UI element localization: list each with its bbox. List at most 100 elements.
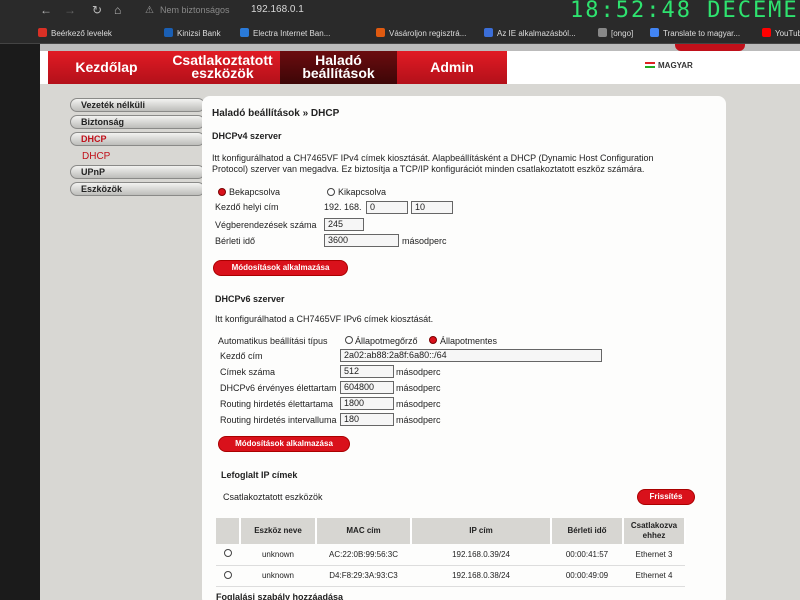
main-panel: Haladó beállítások » DHCP DHCPv4 szerver… (202, 96, 726, 600)
start-address-octet3-input[interactable]: 0 (366, 201, 408, 214)
sidebar-item-wireless[interactable]: Vezeték nélküli (70, 98, 205, 112)
col-ip: IP cím (411, 518, 552, 544)
dhcpv4-apply-button[interactable]: Módosítások alkalmazása (214, 261, 347, 275)
bookmark-ongo[interactable]: [ongo] (598, 28, 633, 38)
bookmark-ie[interactable]: Az IE alkalmazásból... (484, 28, 576, 38)
stateful-label: Állapotmegőrző (355, 336, 418, 346)
sidebar-item-security[interactable]: Biztonság (70, 115, 205, 129)
tab-advanced-settings[interactable]: Haladó beállítások (280, 51, 397, 84)
connected-port: Ethernet 3 (623, 544, 685, 566)
dhcpv6-description: Itt konfigurálhatod a CH7465VF IPv6 címe… (215, 314, 434, 324)
mac-address: D4:F8:29:3A:93:C3 (316, 565, 411, 587)
col-mac: MAC cím (316, 518, 412, 544)
bank-icon (164, 28, 173, 37)
leases-title: Lefoglalt IP címek (221, 470, 298, 480)
col-select (216, 518, 241, 544)
reload-icon[interactable]: ↻ (92, 3, 102, 17)
bookmark-translate[interactable]: Translate to magyar... (650, 28, 740, 38)
add-reservation-rule-title: Foglalási szabály hozzáadása (216, 592, 344, 600)
youtube-icon (762, 28, 771, 37)
dhcpv4-description-line2: Protocol) szerver van megadva. Ez biztos… (212, 164, 645, 174)
dhcpv4-on-label: Bekapcsolva (229, 187, 281, 197)
row-select-cell (216, 544, 240, 566)
page-icon (598, 28, 607, 37)
sidebar-item-dhcp[interactable]: DHCP (70, 132, 205, 146)
logout-button[interactable] (675, 44, 745, 51)
col-connected-to: Csatlakozva ehhez (623, 518, 686, 544)
breadcrumb: Haladó beállítások » DHCP (212, 108, 340, 119)
row-select-radio[interactable] (224, 549, 232, 558)
device-name: unknown (240, 565, 316, 587)
connected-port: Ethernet 4 (623, 565, 685, 587)
sidebar: Vezeték nélküli Biztonság DHCP DHCP UPnP… (70, 98, 205, 199)
v6-count-label: Címek száma (220, 367, 276, 377)
v6-start-input[interactable]: 2a02:ab88:2a8f:6a80::/64 (340, 349, 602, 362)
lease-remaining: 00:00:49:09 (551, 565, 623, 587)
stateless-radio[interactable] (429, 336, 437, 344)
refresh-button[interactable]: Frissítés (638, 490, 694, 504)
ip-address: 192.168.0.38/24 (411, 565, 551, 587)
stateless-label: Állapotmentes (440, 336, 498, 346)
mac-address: AC:22:0B:99:56:3C (316, 544, 411, 566)
bookmark-mail[interactable]: Beérkező levelek (38, 28, 112, 38)
table-header-row: Eszköz neve MAC cím IP cím Bérleti idő C… (216, 518, 686, 544)
v6-valid-input[interactable]: 604800 (340, 381, 394, 394)
bank-icon (240, 28, 249, 37)
dhcpv4-description-line1: Itt konfigurálhatod a CH7465VF IPv4 címe… (212, 153, 654, 163)
tab-home[interactable]: Kezdőlap (48, 51, 165, 84)
start-address-octet4-input[interactable]: 10 (411, 201, 453, 214)
router-body: Vezeték nélküli Biztonság DHCP DHCP UPnP… (40, 84, 800, 600)
sidebar-item-upnp[interactable]: UPnP (70, 165, 205, 179)
lease-time-label: Bérleti idő (215, 236, 256, 246)
dhcpv4-title: DHCPv4 szerver (212, 131, 282, 141)
not-secure-label[interactable]: Nem biztonságos (160, 5, 230, 15)
lease-time-unit: másodperc (402, 236, 447, 246)
dhcpv4-on-radio[interactable] (218, 188, 226, 196)
leases-table: Eszköz neve MAC cím IP cím Bérleti idő C… (216, 518, 686, 587)
dhcpv4-off-radio[interactable] (327, 188, 335, 196)
home-icon[interactable]: ⌂ (114, 3, 121, 17)
dhcpv4-off-label: Kikapcsolva (338, 187, 387, 197)
ra-interval-input[interactable]: 180 (340, 413, 394, 426)
back-arrow-icon[interactable]: ← (40, 3, 52, 17)
row-select-cell (216, 565, 240, 587)
v6-valid-unit: másodperc (396, 383, 441, 393)
row-select-radio[interactable] (224, 570, 232, 579)
shop-icon (376, 28, 385, 37)
v6-count-unit: másodperc (396, 367, 441, 377)
table-row: unknown D4:F8:29:3A:93:C3 192.168.0.38/2… (216, 565, 685, 587)
ra-interval-label: Routing hirdetés intervalluma (220, 415, 337, 425)
v6-valid-label: DHCPv6 érvényes élettartam (220, 383, 337, 393)
sidebar-item-tools[interactable]: Eszközök (70, 182, 205, 196)
forward-arrow-icon[interactable]: → (64, 3, 76, 17)
language-selector[interactable]: MAGYAR (645, 61, 693, 70)
router-header: Kezdőlap Csatlakoztatott eszközök Haladó b… (40, 44, 800, 84)
bookmark-kinizsi[interactable]: Kinizsi Bank (164, 28, 221, 38)
tab-connected-devices[interactable]: Csatlakoztatott eszközök (165, 51, 280, 84)
ra-lifetime-label: Routing hirdetés élettartama (220, 399, 334, 409)
v6-count-input[interactable]: 512 (340, 365, 394, 378)
col-device-name: Eszköz neve (240, 518, 317, 544)
lease-remaining: 00:00:41:57 (551, 544, 623, 566)
bookmark-youtube[interactable]: YouTub (762, 28, 800, 38)
tab-admin[interactable]: Admin (397, 51, 507, 84)
connected-devices-label: Csatlakoztatott eszközök (223, 492, 323, 502)
bookmark-electra[interactable]: Electra Internet Ban... (240, 28, 330, 38)
mail-icon (38, 28, 47, 37)
folder-icon (484, 28, 493, 37)
address-bar[interactable]: 192.168.0.1 (251, 4, 304, 15)
device-count-input[interactable]: 245 (324, 218, 364, 231)
bookmark-vasaroljon[interactable]: Vásároljon regisztrá... (376, 28, 466, 38)
sidebar-subitem-dhcp[interactable]: DHCP (70, 149, 205, 165)
lease-time-input[interactable]: 3600 (324, 234, 399, 247)
warning-icon[interactable]: ⚠ (145, 5, 154, 16)
autoconfig-type-label: Automatikus beállítási típus (218, 336, 328, 346)
start-address-prefix: 192. 168. (324, 202, 362, 212)
ip-address: 192.168.0.39/24 (411, 544, 551, 566)
dhcpv6-apply-button[interactable]: Módosítások alkalmazása (219, 437, 349, 451)
bookmarks-bar: Beérkező levelek Kinizsi Bank Electra In… (0, 22, 800, 44)
ra-lifetime-input[interactable]: 1800 (340, 397, 394, 410)
stateful-radio[interactable] (345, 336, 353, 344)
start-address-label: Kezdő helyi cím (215, 202, 279, 212)
ra-lifetime-unit: másodperc (396, 399, 441, 409)
